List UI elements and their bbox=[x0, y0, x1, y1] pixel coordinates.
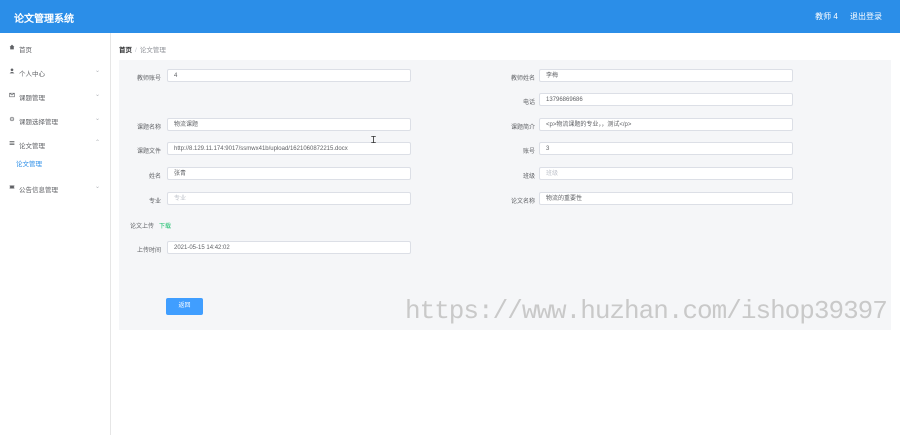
paper-upload-label: 论文上传 bbox=[129, 224, 154, 230]
teacher-name-label: 教师姓名 bbox=[510, 76, 535, 82]
text-cursor-icon: Ｉ bbox=[369, 135, 379, 145]
sidebar-item-topic-selection[interactable]: 课题选择管理 ⌄ bbox=[0, 111, 110, 129]
settings-icon bbox=[9, 116, 15, 122]
user-area: 教师 4 退出登录 bbox=[805, 11, 882, 22]
name-input[interactable]: 张青 bbox=[167, 167, 411, 180]
breadcrumb-home[interactable]: 首页 bbox=[119, 47, 132, 54]
sidebar-item-label: 公告信息管理 bbox=[19, 187, 58, 194]
sidebar-item-home[interactable]: 首页 bbox=[0, 39, 110, 57]
paper-name-label: 论文名称 bbox=[510, 199, 535, 205]
app-title: 论文管理系统 bbox=[14, 14, 74, 25]
mail-icon bbox=[9, 92, 15, 98]
name-label: 姓名 bbox=[148, 174, 161, 180]
breadcrumb: 首页 / 论文管理 bbox=[119, 44, 166, 54]
watermark: https://www.huzhan.com/ishop39397 bbox=[405, 296, 888, 326]
sidebar-item-topics[interactable]: 课题管理 ⌄ bbox=[0, 87, 110, 105]
sidebar-item-label: 课题选择管理 bbox=[19, 119, 58, 126]
topic-file-label: 课题文件 bbox=[136, 149, 161, 155]
list-icon bbox=[9, 141, 15, 145]
breadcrumb-separator: / bbox=[135, 47, 137, 54]
chevron-down-icon: ⌄ bbox=[95, 184, 101, 190]
ticket-icon bbox=[9, 185, 15, 189]
sidebar-item-label: 首页 bbox=[19, 47, 32, 54]
phone-label: 电话 bbox=[522, 100, 535, 106]
class-input[interactable]: 班级 bbox=[539, 167, 793, 180]
teacher-no-label: 教师账号 bbox=[136, 76, 161, 82]
download-link[interactable]: 下载 bbox=[159, 221, 171, 230]
home-icon bbox=[9, 44, 15, 50]
chevron-down-icon: ⌄ bbox=[95, 68, 101, 74]
sidebar-item-label: 论文管理 bbox=[19, 143, 45, 150]
chevron-up-icon: ⌃ bbox=[95, 140, 101, 146]
account-label: 账号 bbox=[522, 149, 535, 155]
chevron-down-icon: ⌄ bbox=[95, 92, 101, 98]
teacher-no-input[interactable]: 4 bbox=[167, 69, 411, 82]
main-content: 首页 / 论文管理 教师账号 4 教师姓名 李梅 电话 13796869686 课题… bbox=[111, 33, 900, 435]
sidebar-subitem-papers[interactable]: 论文管理 bbox=[16, 158, 42, 168]
account-input[interactable]: 3 bbox=[539, 142, 793, 155]
sidebar-item-label: 课题管理 bbox=[19, 95, 45, 102]
phone-input[interactable]: 13796869686 bbox=[539, 93, 793, 106]
back-button[interactable]: 返回 bbox=[166, 298, 203, 315]
major-label: 专业 bbox=[148, 199, 161, 205]
detail-form: 教师账号 4 教师姓名 李梅 电话 13796869686 课题名称 物流课题 … bbox=[119, 60, 891, 330]
topic-name-label: 课题名称 bbox=[136, 125, 161, 131]
sidebar-item-papers[interactable]: 论文管理 ⌃ bbox=[0, 135, 110, 153]
topic-intro-label: 课题简介 bbox=[510, 125, 535, 131]
class-label: 班级 bbox=[522, 174, 535, 180]
topic-name-input[interactable]: 物流课题 bbox=[167, 118, 411, 131]
sidebar-item-profile[interactable]: 个人中心 ⌄ bbox=[0, 63, 110, 81]
chevron-down-icon: ⌄ bbox=[95, 116, 101, 122]
upload-time-input[interactable]: 2021-05-15 14:42:02 bbox=[167, 241, 411, 254]
user-label[interactable]: 教师 4 bbox=[815, 12, 838, 21]
breadcrumb-current: 论文管理 bbox=[139, 47, 166, 54]
top-bar: 论文管理系统 教师 4 退出登录 bbox=[0, 0, 900, 33]
sidebar-item-notices[interactable]: 公告信息管理 ⌄ bbox=[0, 179, 110, 197]
upload-time-label: 上传时间 bbox=[136, 248, 161, 254]
sidebar: 首页 个人中心 ⌄ 课题管理 ⌄ 课题选择管理 ⌄ 论文管理 ⌃ 论文管理 公告… bbox=[0, 33, 111, 435]
paper-name-input[interactable]: 物流的重要性 bbox=[539, 192, 793, 205]
topic-intro-input[interactable]: <p>物流课题的专业，，测试</p> bbox=[539, 118, 793, 131]
major-input[interactable]: 专业 bbox=[167, 192, 411, 205]
user-icon bbox=[9, 68, 15, 74]
teacher-name-input[interactable]: 李梅 bbox=[539, 69, 793, 82]
sidebar-item-label: 个人中心 bbox=[19, 71, 45, 78]
logout-button[interactable]: 退出登录 bbox=[850, 12, 882, 21]
